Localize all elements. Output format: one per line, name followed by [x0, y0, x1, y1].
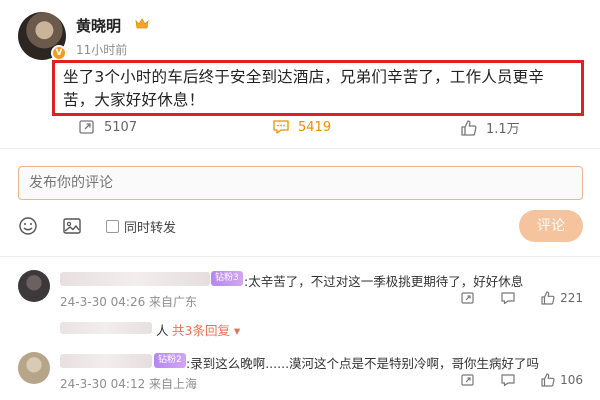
comment-username-blurred[interactable] — [60, 354, 152, 368]
comment-count: 5419 — [298, 119, 332, 135]
reply-usernames-blurred — [60, 322, 152, 334]
divider — [0, 148, 600, 149]
checkbox-box[interactable] — [106, 220, 119, 233]
comment-meta: 24-3-30 04:26 来自广东 — [60, 295, 198, 309]
comment-input[interactable] — [18, 166, 583, 200]
repost-icon — [79, 120, 94, 134]
composer-tools: 同时转发 评论 — [18, 210, 583, 242]
repost-button[interactable]: 5107 — [78, 118, 137, 136]
repost-icon — [461, 374, 474, 386]
comment-avatar[interactable] — [18, 270, 50, 302]
like-count: 1.1万 — [486, 122, 520, 137]
emoji-icon[interactable] — [18, 216, 38, 236]
comment-like-count: 106 — [560, 373, 583, 387]
like-button[interactable]: 1.1万 — [460, 118, 520, 137]
repost-icon — [461, 292, 474, 304]
repost-checkbox[interactable]: 同时转发 — [106, 217, 176, 236]
comment-avatar[interactable] — [18, 352, 50, 384]
view-replies-link[interactable]: 共3条回复 ▾ — [172, 320, 240, 339]
comment-meta: 24-3-30 04:12 来自上海 — [60, 377, 198, 391]
verified-badge-icon: V — [51, 45, 67, 61]
fan-badge: 钻粉2 — [154, 353, 186, 368]
thumbs-up-icon — [461, 119, 477, 136]
reply-suffix: 人 — [156, 323, 169, 338]
image-icon[interactable] — [62, 216, 82, 236]
thumbs-up-icon — [541, 373, 555, 387]
comment-like-button[interactable]: 106 — [540, 372, 583, 388]
post-header: V 黄晓明 11小时前 — [18, 12, 578, 62]
comment-text: :太辛苦了，不过对这一季极挑更期待了，好好休息 — [244, 274, 524, 289]
username[interactable]: 黄晓明 — [76, 15, 121, 36]
comment-reply-button[interactable] — [500, 290, 520, 306]
divider — [0, 256, 600, 257]
fan-badge: 钻粉3 — [211, 271, 243, 286]
crown-icon — [135, 18, 149, 29]
comment-like-count: 221 — [560, 291, 583, 305]
comment-actions: 221 — [440, 290, 583, 306]
comment-username-blurred[interactable] — [60, 272, 210, 286]
comment-repost-button[interactable] — [460, 372, 480, 388]
comment-like-button[interactable]: 221 — [540, 290, 583, 306]
repost-count: 5107 — [104, 119, 138, 135]
thumbs-up-icon — [541, 291, 555, 305]
comment-repost-button[interactable] — [460, 290, 480, 306]
post-text: 坐了3个小时的车后终于安全到达酒店，兄弟们辛苦了，工作人员更辛苦，大家好好休息！ — [63, 68, 545, 109]
comment-reply-button[interactable] — [500, 372, 520, 388]
post-text-highlight: 坐了3个小时的车后终于安全到达酒店，兄弟们辛苦了，工作人员更辛苦，大家好好休息！ — [52, 60, 584, 116]
post-action-bar: 5107 5419 1.1万 — [60, 116, 580, 142]
submit-comment-button[interactable]: 评论 — [519, 210, 583, 242]
comment-button[interactable]: 5419 — [272, 118, 600, 136]
comment-icon — [273, 120, 289, 134]
repost-checkbox-label: 同时转发 — [124, 221, 177, 236]
post-time[interactable]: 11小时前 — [76, 41, 127, 58]
comment-text: :录到这么晚啊......漠河这个点是不是特别冷啊，哥你生病好了吗 — [186, 356, 540, 371]
comment-actions: 106 — [440, 372, 583, 388]
comment-icon — [501, 374, 515, 387]
comment-icon — [501, 292, 515, 305]
